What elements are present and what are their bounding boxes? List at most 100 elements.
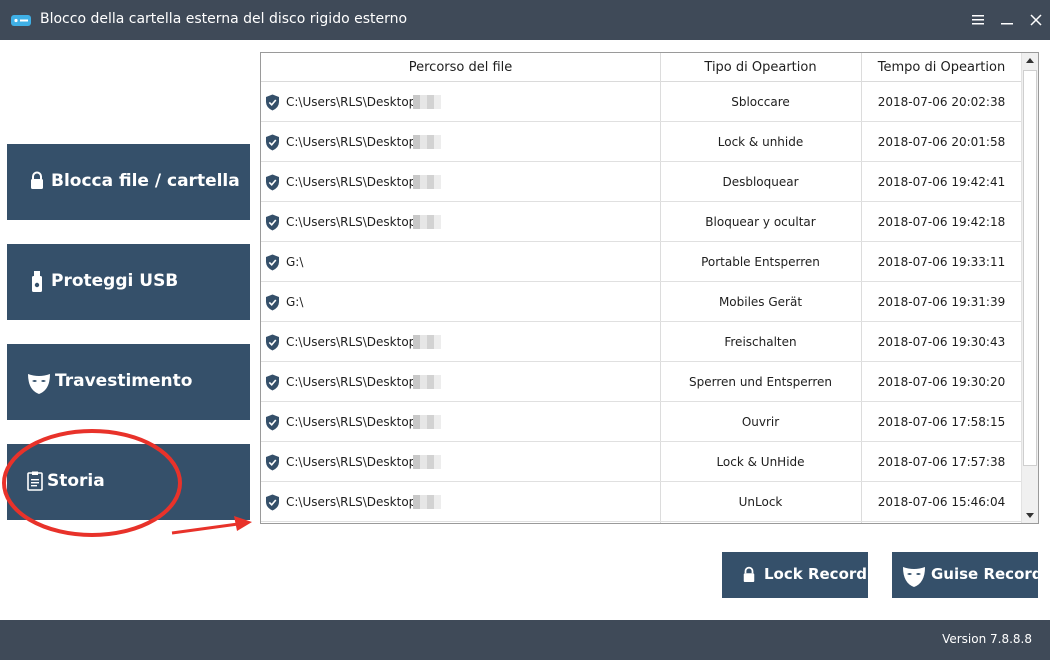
redacted-filename bbox=[413, 215, 441, 229]
cell-operation-time: 2018-07-06 15:46:04 bbox=[877, 495, 1006, 509]
cell-operation-type: Bloquear y ocultar bbox=[705, 215, 816, 229]
shield-check-icon bbox=[266, 94, 279, 111]
cell-operation-time: 2018-07-06 20:02:38 bbox=[877, 95, 1006, 109]
redacted-filename bbox=[413, 375, 441, 389]
sidebar-item-protect-usb[interactable]: Proteggi USB bbox=[7, 244, 250, 320]
cell-operation-type: Desbloquear bbox=[722, 175, 799, 189]
cell-operation-time: 2018-07-06 17:58:15 bbox=[877, 415, 1006, 429]
cell-file-path: G:\ bbox=[261, 282, 660, 322]
table-header: Percorso del file Tipo di Opeartion Temp… bbox=[261, 53, 1022, 82]
shield-check-icon bbox=[266, 374, 279, 391]
minimize-icon[interactable] bbox=[995, 8, 1019, 32]
file-path-text: C:\Users\RLS\Desktop\7 bbox=[286, 495, 428, 509]
table-row[interactable]: C:\Users\RLS\Desktop\7 Freischalten 2018-0… bbox=[261, 322, 1022, 362]
file-path-text: C:\Users\RLS\Desktop\7 bbox=[286, 215, 428, 229]
cell-operation-type: Ouvrir bbox=[741, 415, 780, 429]
redacted-filename bbox=[413, 135, 441, 149]
cell-operation-type: Freischalten bbox=[724, 335, 797, 349]
lock-icon bbox=[31, 171, 43, 189]
cell-operation-type: UnLock bbox=[738, 495, 783, 509]
sidebar-item-label: Blocca file / cartella bbox=[51, 171, 240, 191]
table-row[interactable]: C:\Users\RLS\Desktop\7 Sbloccare 2018-07-0… bbox=[261, 82, 1022, 122]
cell-file-path: C:\Users\RLS\Desktop\7 bbox=[261, 202, 660, 242]
menu-icon[interactable] bbox=[966, 8, 990, 32]
usb-drive-icon bbox=[32, 271, 42, 292]
file-path-text: C:\Users\RLS\Desktop\7 bbox=[286, 95, 428, 109]
cell-operation-type: Sbloccare bbox=[731, 95, 790, 109]
drive-lock-icon bbox=[11, 15, 31, 26]
redacted-filename bbox=[413, 95, 441, 109]
close-icon[interactable] bbox=[1024, 8, 1048, 32]
cell-file-path: C:\Users\RLS\Desktop\7 bbox=[261, 162, 660, 202]
vertical-scrollbar[interactable] bbox=[1021, 53, 1038, 523]
scroll-up-icon[interactable] bbox=[1022, 53, 1038, 69]
table-row[interactable]: C:\Users\RLS\Desktop\7 Bloquear y ocultar… bbox=[261, 202, 1022, 242]
cell-operation-time: 2018-07-06 19:30:43 bbox=[877, 335, 1006, 349]
cell-operation-time: 2018-07-06 19:30:20 bbox=[877, 375, 1006, 389]
cell-file-path: C:\Users\RLS\Desktop\7 bbox=[261, 402, 660, 442]
cell-operation-time: 2018-07-06 19:33:11 bbox=[877, 255, 1006, 269]
cell-file-path: C:\Users\RLS\Desktop\7 bbox=[261, 442, 660, 482]
cell-operation-time: 2018-07-06 17:57:38 bbox=[877, 455, 1006, 469]
cell-operation-time: 2018-07-06 20:01:58 bbox=[877, 135, 1006, 149]
redacted-filename bbox=[413, 495, 441, 509]
file-path-text: C:\Users\RLS\Desktop\7 bbox=[286, 415, 428, 429]
cell-operation-type: Portable Entsperren bbox=[701, 255, 820, 269]
mask-icon bbox=[903, 567, 925, 587]
guise-record-button[interactable]: Guise Record bbox=[892, 552, 1043, 598]
cell-operation-type: Mobiles Gerät bbox=[718, 295, 803, 309]
cell-file-path: C:\Users\RLS\Desktop\7 bbox=[261, 122, 660, 162]
lock-record-button[interactable]: Lock Record bbox=[722, 552, 868, 598]
table-row[interactable]: C:\Users\RLS\Desktop\7 Sperren und Entspe… bbox=[261, 362, 1022, 402]
table-row[interactable]: C:\Users\RLS\Desktop\7 Lock & UnHide 2018-… bbox=[261, 442, 1022, 482]
cell-operation-type: Lock & unhide bbox=[717, 135, 804, 149]
table-row[interactable]: C:\Users\RLS\Desktop\7 UnLock 2018-07-06 1… bbox=[261, 482, 1022, 522]
column-header-file-path[interactable]: Percorso del file bbox=[261, 53, 660, 82]
redacted-filename bbox=[413, 455, 441, 469]
cell-operation-type: Sperren und Entsperren bbox=[689, 375, 832, 389]
guise-record-label: Guise Record bbox=[931, 565, 1043, 583]
column-header-operation-time[interactable]: Tempo di Opeartion bbox=[861, 53, 1022, 82]
file-path-text: G:\ bbox=[286, 255, 304, 269]
scroll-down-icon[interactable] bbox=[1022, 507, 1038, 523]
clipboard-icon bbox=[27, 471, 43, 491]
file-path-text: C:\Users\RLS\Desktop\7 bbox=[286, 335, 428, 349]
shield-check-icon bbox=[266, 454, 279, 471]
sidebar-item-label: Travestimento bbox=[55, 371, 193, 391]
redacted-filename bbox=[413, 175, 441, 189]
file-path-text: C:\Users\RLS\Desktop\7 bbox=[286, 375, 428, 389]
lock-record-label: Lock Record bbox=[764, 565, 868, 583]
lock-icon bbox=[743, 566, 755, 582]
table-row[interactable]: C:\Users\RLS\Desktop\7 Desbloquear 2018-07… bbox=[261, 162, 1022, 202]
shield-check-icon bbox=[266, 494, 279, 511]
shield-check-icon bbox=[266, 214, 279, 231]
status-bar: Version 7.8.8.8 bbox=[0, 620, 1050, 660]
cell-operation-time: 2018-07-06 19:42:41 bbox=[877, 175, 1006, 189]
shield-check-icon bbox=[266, 254, 279, 271]
cell-file-path: C:\Users\RLS\Desktop\7 bbox=[261, 482, 660, 522]
file-path-text: G:\ bbox=[286, 295, 304, 309]
sidebar-item-history[interactable]: Storia bbox=[7, 444, 250, 520]
cell-file-path: C:\Users\RLS\Desktop\7 bbox=[261, 322, 660, 362]
sidebar-item-label: Storia bbox=[47, 471, 105, 491]
sidebar-item-disguise[interactable]: Travestimento bbox=[7, 344, 250, 420]
table-row[interactable]: C:\Users\RLS\Desktop\7 Ouvrir 2018-07-06 1… bbox=[261, 402, 1022, 442]
column-header-operation-type[interactable]: Tipo di Opeartion bbox=[660, 53, 861, 82]
shield-check-icon bbox=[266, 134, 279, 151]
cell-file-path: C:\Users\RLS\Desktop\7 bbox=[261, 362, 660, 402]
sidebar-item-lock-file-folder[interactable]: Blocca file / cartella bbox=[7, 144, 250, 220]
file-path-text: C:\Users\RLS\Desktop\7 bbox=[286, 455, 428, 469]
history-table: Percorso del file Tipo di Opeartion Temp… bbox=[260, 52, 1039, 524]
cell-operation-type: Lock & UnHide bbox=[716, 455, 805, 469]
file-path-text: C:\Users\RLS\Desktop\7 bbox=[286, 175, 428, 189]
shield-check-icon bbox=[266, 294, 279, 311]
table-row[interactable]: G:\ Mobiles Gerät 2018-07-06 19:31:39 bbox=[261, 282, 1022, 322]
redacted-filename bbox=[413, 335, 441, 349]
scroll-thumb[interactable] bbox=[1023, 70, 1037, 466]
table-row[interactable]: G:\ Portable Entsperren 2018-07-06 19:33:1… bbox=[261, 242, 1022, 282]
table-row[interactable]: C:\Users\RLS\Desktop\7 Lock & unhide 2018-… bbox=[261, 122, 1022, 162]
shield-check-icon bbox=[266, 174, 279, 191]
cell-file-path: G:\ bbox=[261, 242, 660, 282]
file-path-text: C:\Users\RLS\Desktop\7 bbox=[286, 135, 428, 149]
cell-operation-time: 2018-07-06 19:42:18 bbox=[877, 215, 1006, 229]
